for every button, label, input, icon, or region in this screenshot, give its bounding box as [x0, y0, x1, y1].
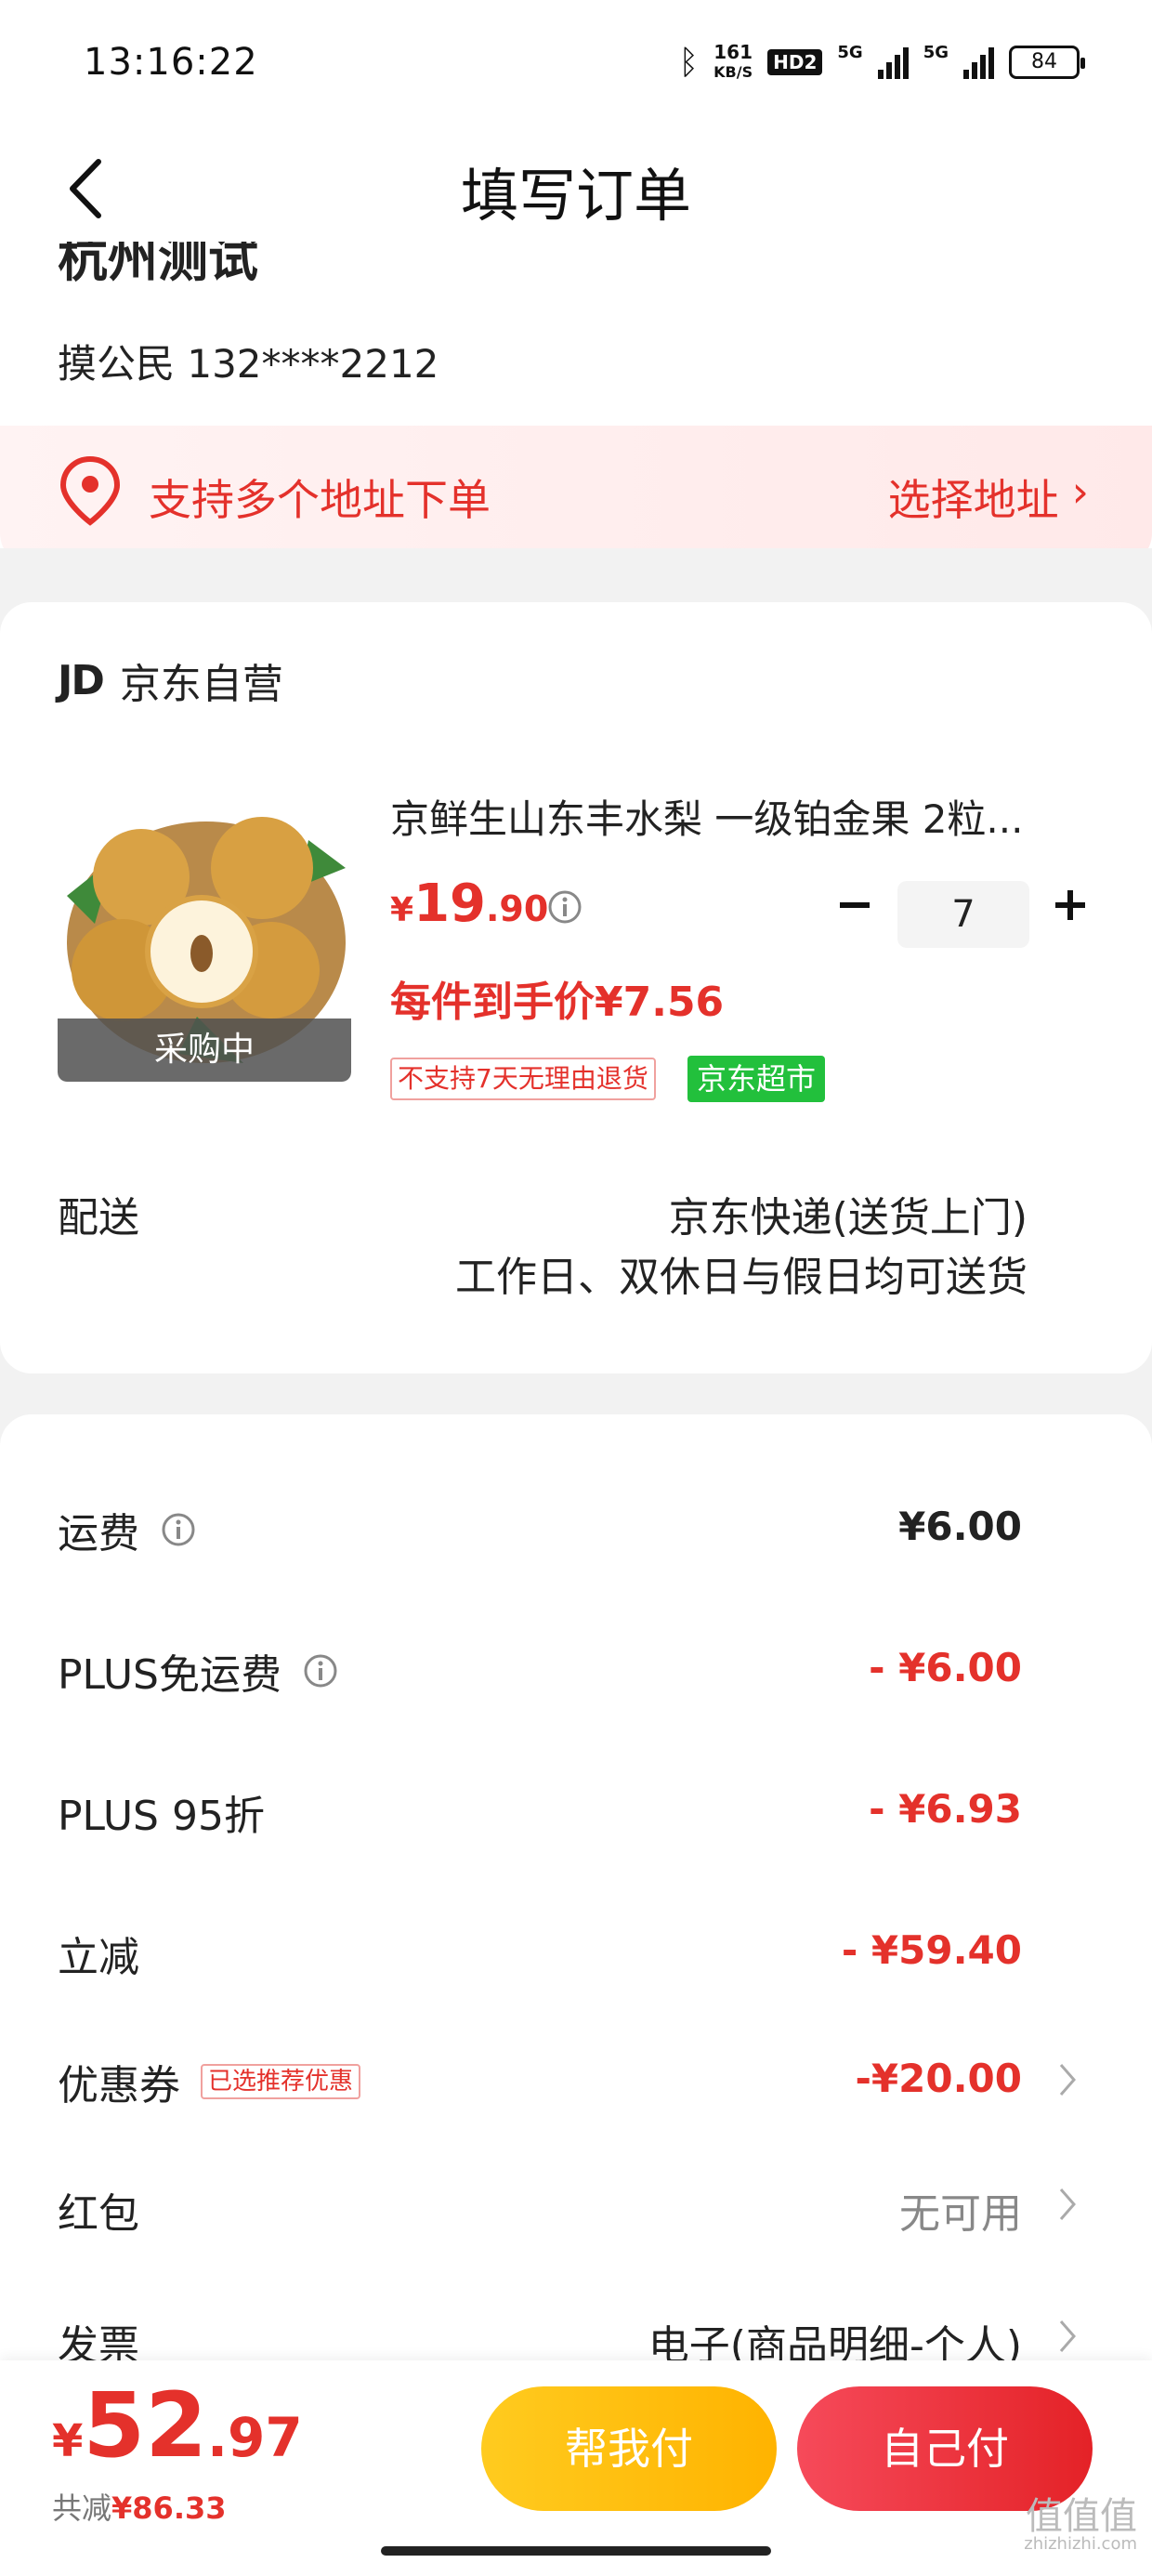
unit-final-price: 每件到手价¥7.56: [390, 979, 725, 1026]
multi-address-bar[interactable]: 支持多个地址下单 选择地址 ›: [0, 426, 1152, 548]
plus-free-shipping-label: PLUS免运费: [58, 1651, 281, 1699]
total-integer: 52: [83, 2373, 207, 2477]
product-price: ¥19.90: [390, 874, 548, 934]
network-speed-unit: KB/S: [713, 63, 753, 81]
sim2-label: 5G: [923, 43, 949, 62]
network-speed: 161 KB/S: [713, 43, 753, 82]
coupon-label: 优惠券: [58, 2062, 180, 2109]
jd-logo: JD: [58, 656, 105, 704]
hd-voice-icon: HD2: [767, 49, 823, 75]
plus-free-shipping-value: - ¥6.00: [869, 1645, 1022, 1690]
signal-strength-icon: [877, 46, 909, 79]
total-saved[interactable]: 共减¥86.33: [52, 2485, 227, 2528]
pay-myself-button[interactable]: 自己付: [797, 2386, 1093, 2511]
jd-supermarket-tag: 京东超市: [687, 1056, 826, 1102]
shipping-fee-value: ¥6.00: [898, 1504, 1022, 1549]
address-card[interactable]: 杭州测试 摸公民 132****2212 支持多个地址下单 选择地址 ›: [0, 242, 1152, 548]
chevron-right-icon[interactable]: [1057, 2061, 1078, 2098]
delivery-time[interactable]: 工作日、双休日与假日均可送货: [455, 1243, 1028, 1303]
shop-header: JD 京东自营: [58, 651, 283, 710]
help-me-pay-button[interactable]: 帮我付: [481, 2386, 777, 2511]
price-currency: ¥: [390, 891, 414, 929]
delivery-method[interactable]: 京东快递(送货上门): [669, 1184, 1028, 1243]
checkout-bar: ¥52.97 共减¥86.33 帮我付 自己付 值值值 zhizhizhi.co…: [0, 2360, 1152, 2576]
network-speed-value: 161: [713, 41, 753, 63]
info-circle-icon[interactable]: [160, 1511, 197, 1548]
shop-name: 京东自营: [119, 661, 283, 708]
total-price: ¥52.97: [52, 2373, 303, 2477]
chevron-right-icon[interactable]: [1057, 2186, 1078, 2223]
plus-icon[interactable]: [1052, 887, 1089, 924]
watermark-sub: zhizhizhi.com: [1024, 2534, 1137, 2554]
bluetooth-icon: ᛒ: [678, 43, 700, 82]
watermark: 值值值 zhizhizhi.com: [1024, 2498, 1137, 2554]
quantity-input[interactable]: 7: [897, 881, 1029, 948]
address-city: 杭州测试: [58, 242, 258, 288]
chevron-right-icon[interactable]: [1057, 2318, 1078, 2355]
instant-discount-label: 立减: [58, 1934, 139, 1981]
signal-strength-icon-2: [963, 46, 994, 79]
watermark-text: 值值值: [1026, 2495, 1137, 2538]
plus-discount-label: PLUS 95折: [58, 1793, 265, 1840]
price-decimal: .90: [486, 888, 549, 929]
multi-address-text: 支持多个地址下单: [149, 475, 491, 525]
coupon-value[interactable]: -¥20.00: [855, 2056, 1022, 2101]
product-image[interactable]: 采购中: [58, 784, 351, 1082]
purchasing-tag: 采购中: [58, 1019, 351, 1082]
choose-address-label: 选择地址: [887, 475, 1059, 525]
status-bar: 13:16:22 ᛒ 161 KB/S HD2 5G 5G 84: [0, 0, 1152, 139]
top-navigation: 填写订单: [0, 139, 1152, 242]
home-indicator[interactable]: [381, 2546, 771, 2556]
coupon-recommended-badge: 已选推荐优惠: [201, 2064, 361, 2099]
status-time: 13:16:22: [84, 41, 258, 84]
info-circle-icon[interactable]: [302, 1652, 339, 1689]
page-title: 填写订单: [460, 162, 691, 230]
saved-value: ¥86.33: [111, 2491, 227, 2526]
no-return-tag: 不支持7天无理由退货: [390, 1058, 656, 1100]
location-pin-icon: [59, 455, 121, 526]
choose-address-button[interactable]: 选择地址 ›: [888, 467, 1089, 528]
instant-discount-value: - ¥59.40: [841, 1927, 1022, 1973]
battery-icon: 84: [1009, 46, 1085, 79]
status-icons: ᛒ 161 KB/S HD2 5G 5G 84: [678, 43, 1085, 82]
recipient-info: 摸公民 132****2212: [58, 341, 439, 387]
red-packet-value[interactable]: 无可用: [899, 2180, 1022, 2240]
shipping-fee-label: 运费: [58, 1510, 139, 1557]
red-packet-label: 红包: [58, 2190, 139, 2238]
chevron-right-icon: ›: [1071, 467, 1089, 517]
saved-label: 共减: [52, 2491, 112, 2526]
price-integer: 19: [413, 874, 486, 934]
total-currency: ¥: [52, 2415, 84, 2467]
plus-free-shipping-row: PLUS免运费: [58, 1641, 339, 1701]
info-circle-icon[interactable]: [546, 888, 583, 926]
product-title[interactable]: 京鲜生山东丰水梨 一级铂金果 2粒...: [390, 788, 1078, 845]
delivery-label: 配送: [58, 1194, 139, 1242]
product-card: JD 京东自营 采购中 京鲜生山东丰水梨 一级铂金果 2粒... ¥19.90 …: [0, 602, 1152, 1373]
minus-icon[interactable]: [836, 887, 873, 924]
shipping-fee-row: 运费: [58, 1500, 197, 1559]
plus-discount-value: - ¥6.93: [869, 1786, 1022, 1832]
total-decimal: .97: [207, 2406, 303, 2469]
coupon-row[interactable]: 优惠券 已选推荐优惠: [58, 2052, 361, 2111]
sim1-label: 5G: [837, 43, 863, 62]
